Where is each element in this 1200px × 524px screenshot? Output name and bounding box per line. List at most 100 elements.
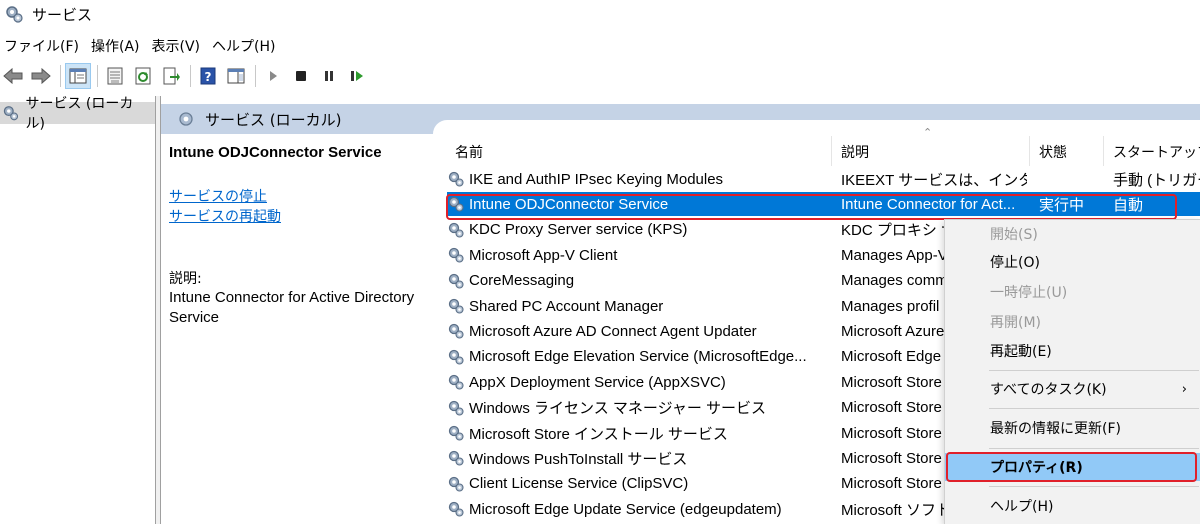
toolbar-separator [255, 65, 256, 87]
properties-icon [107, 67, 123, 85]
service-name-cell: Client License Service (ClipSVC) [469, 475, 689, 493]
restart-service-link[interactable]: サービスの再起動 [169, 206, 281, 226]
toolbar-separator [60, 65, 61, 87]
menu-file[interactable]: ファイル(F) [0, 36, 85, 56]
back-icon [3, 67, 23, 85]
service-name-cell: Microsoft Edge Elevation Service (Micros… [469, 348, 807, 366]
service-name-cell: KDC Proxy Server service (KPS) [469, 221, 688, 239]
service-gear-icon [448, 222, 464, 238]
forward-button[interactable] [28, 63, 54, 89]
service-gear-icon [448, 197, 464, 212]
show-action-pane-button[interactable] [223, 63, 249, 89]
ctx-help[interactable]: ヘルプ(H) [945, 492, 1200, 520]
stop-service-icon [296, 71, 306, 81]
services-window: サービス ファイル(F) 操作(A) 表示(V) ヘルプ(H) ? サービス (… [0, 0, 1200, 524]
service-gear-icon [448, 171, 464, 187]
show-action-pane-icon [227, 68, 245, 84]
service-name-cell: Shared PC Account Manager [469, 297, 664, 315]
menu-help[interactable]: ヘルプ(H) [206, 36, 281, 56]
toolbar-separator [97, 65, 98, 87]
column-divider[interactable] [1029, 136, 1030, 166]
stop-service-link[interactable]: サービスの停止 [169, 186, 267, 206]
service-gear-icon [448, 248, 464, 263]
table-row[interactable]: Intune ODJConnector Service Intune Connec… [447, 192, 1200, 217]
toolbar-separator [190, 65, 191, 87]
ctx-all-tasks[interactable]: すべてのタスク(K) › [945, 375, 1200, 403]
ctx-properties[interactable]: プロパティ(R) [945, 453, 1200, 481]
service-name-cell: CoreMessaging [469, 272, 575, 290]
start-service-button[interactable] [260, 63, 286, 89]
title-bar: サービス [0, 0, 1200, 28]
service-gear-icon [448, 375, 464, 390]
selected-service-name: Intune ODJConnector Service [169, 144, 382, 161]
export-list-button[interactable] [158, 63, 184, 89]
service-gear-icon [448, 273, 464, 289]
menu-action[interactable]: 操作(A) [85, 36, 146, 56]
console-tree: サービス (ローカル) [0, 96, 156, 524]
help-button[interactable]: ? [195, 63, 221, 89]
restart-service-button[interactable] [344, 63, 370, 89]
column-divider[interactable] [831, 136, 832, 166]
service-startup-cell: 手動 (トリガー開 [1113, 171, 1200, 189]
service-description-cell: IKEEXT サービスは、インター... [841, 171, 1027, 189]
start-service-icon [270, 71, 277, 81]
service-name-cell: Microsoft Edge Update Service (edgeupdat… [469, 500, 782, 518]
svg-text:?: ? [205, 70, 212, 84]
stop-service-button[interactable] [288, 63, 314, 89]
ctx-stop[interactable]: 停止(O) [945, 248, 1200, 276]
ctx-start[interactable]: 開始(S) [945, 220, 1200, 248]
ctx-all-tasks-label: すべてのタスク(K) [990, 382, 1107, 398]
ctx-restart[interactable]: 再起動(E) [945, 337, 1200, 365]
service-name-cell: Microsoft Store インストール サービス [469, 425, 728, 443]
refresh-icon [135, 67, 151, 85]
service-gear-icon [448, 400, 464, 416]
service-name-cell: AppX Deployment Service (AppXSVC) [469, 373, 726, 391]
service-gear-icon [448, 324, 464, 339]
service-gear-icon [448, 349, 464, 365]
forward-icon [31, 67, 51, 85]
service-name-cell: IKE and AuthIP IPsec Keying Modules [469, 170, 724, 188]
ctx-pause[interactable]: 一時停止(U) [945, 278, 1200, 306]
menu-bar: ファイル(F) 操作(A) 表示(V) ヘルプ(H) [0, 34, 281, 58]
refresh-button[interactable] [130, 63, 156, 89]
show-hide-tree-button[interactable] [65, 63, 91, 89]
description-label: 説明: [169, 271, 202, 287]
show-hide-tree-icon [69, 68, 87, 84]
column-header-startup-type[interactable]: スタートアップの [1113, 142, 1200, 164]
column-header-name[interactable]: 名前 [455, 142, 483, 164]
ctx-separator [989, 370, 1199, 371]
table-row[interactable]: IKE and AuthIP IPsec Keying Modules IKEEX… [447, 167, 1200, 191]
service-gear-icon [448, 425, 464, 441]
context-menu: 開始(S) 停止(O) 一時停止(U) 再開(M) 再起動(E) すべてのタスク… [944, 219, 1200, 524]
column-divider[interactable] [1103, 136, 1104, 166]
service-name-cell: Microsoft Azure AD Connect Agent Updater [469, 322, 757, 340]
ctx-separator [989, 408, 1199, 409]
ctx-separator [989, 486, 1199, 487]
tree-item-services-local[interactable]: サービス (ローカル) [0, 96, 155, 132]
back-button[interactable] [0, 63, 26, 89]
menu-view[interactable]: 表示(V) [146, 36, 207, 56]
column-header-status[interactable]: 状態 [1039, 142, 1067, 164]
services-gear-icon [179, 112, 193, 126]
ctx-refresh[interactable]: 最新の情報に更新(F) [945, 414, 1200, 442]
services-gear-icon [3, 106, 19, 121]
toolbar: ? [0, 61, 1200, 91]
pause-service-button[interactable] [316, 63, 342, 89]
service-name-cell: Windows PushToInstall サービス [469, 450, 688, 468]
tree-item-label: サービス (ローカル) [25, 96, 134, 132]
properties-button[interactable] [102, 63, 128, 89]
service-name-cell: Microsoft App-V Client [469, 246, 618, 264]
column-header-description[interactable]: 説明 [841, 142, 869, 164]
service-gear-icon [448, 476, 464, 492]
service-startup-cell: 自動 [1113, 196, 1144, 214]
submenu-arrow-icon: › [1181, 381, 1187, 397]
service-gear-icon [448, 298, 464, 314]
export-list-icon [163, 67, 180, 85]
service-gear-icon [448, 451, 464, 466]
window-title: サービス [32, 5, 93, 24]
ctx-resume[interactable]: 再開(M) [945, 308, 1200, 336]
service-name-cell: Intune ODJConnector Service [469, 195, 669, 213]
service-gear-icon [448, 502, 464, 517]
pane-header-title: サービス (ローカル) [205, 110, 342, 129]
services-gear-icon [6, 6, 23, 23]
